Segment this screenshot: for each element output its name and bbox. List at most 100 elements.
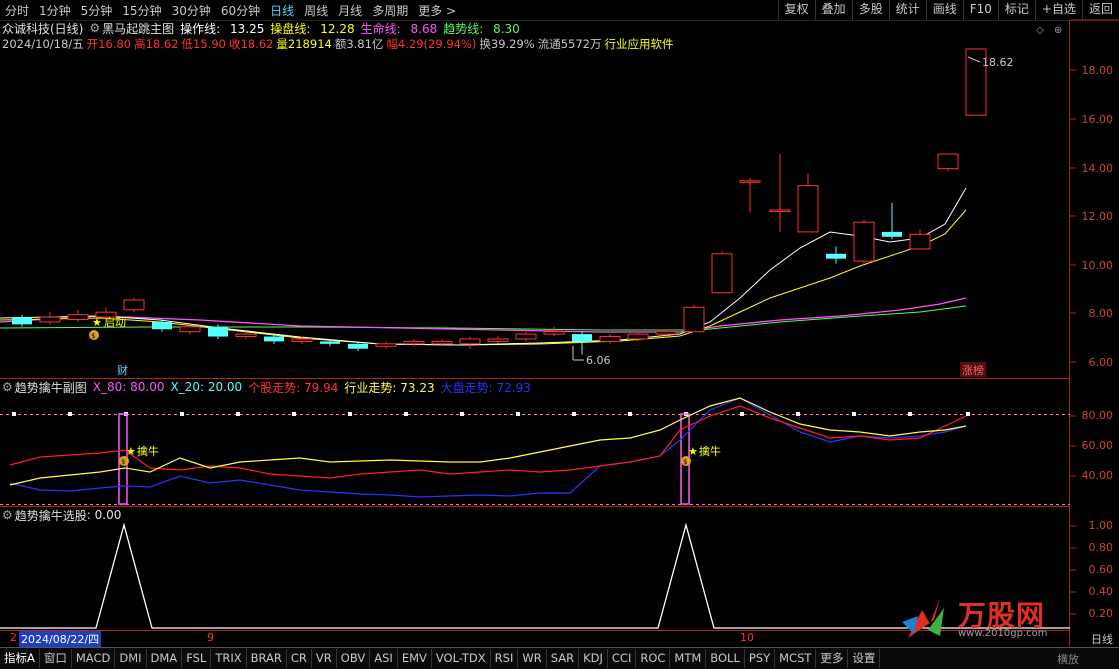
indicator-tab-11[interactable]: ASI — [370, 649, 398, 668]
candle-body — [683, 306, 705, 333]
x80-square — [292, 412, 296, 416]
indicator-tab-16[interactable]: SAR — [547, 649, 580, 668]
svg-text:⊕: ⊕ — [1054, 25, 1062, 36]
indicator-tab-2[interactable]: MACD — [72, 649, 116, 668]
indicator-tab-19[interactable]: ROC — [636, 649, 671, 668]
candle-body — [320, 341, 340, 344]
sub1-axis-80: 80.00 — [1081, 409, 1114, 422]
sub2-title[interactable]: 趋势擒牛选股 — [15, 507, 87, 524]
brand-watermark: 万股网 www.2010gp.com — [900, 590, 1085, 645]
signal-label-1: 擒牛 — [137, 444, 159, 458]
indicator-tab-13[interactable]: VOL-TDX — [432, 649, 491, 668]
indicator-tab-14[interactable]: RSI — [491, 649, 519, 668]
sub2-header: ⚙ 趋势擒牛选股 : 0.00 — [2, 507, 127, 523]
indicator-tab-21[interactable]: BOLL — [706, 649, 745, 668]
x20-label: X_20: 20.00 — [170, 380, 243, 394]
candle-body — [627, 333, 649, 340]
indicator-tab-24[interactable]: 更多 — [816, 649, 849, 668]
low-price-label: 6.06 — [586, 354, 611, 367]
svg-text:★: ★ — [126, 445, 136, 458]
candle-body — [459, 338, 481, 345]
x80-square — [12, 412, 16, 416]
x80-square — [404, 412, 408, 416]
svg-text:★: ★ — [92, 316, 102, 329]
svg-text:◇: ◇ — [1036, 25, 1044, 36]
indicator-tab-15[interactable]: WR — [518, 649, 547, 668]
x80-square — [348, 412, 352, 416]
sub1-header: ⚙ 趋势擒牛副图 X_80: 80.00 X_20: 20.00 个股走势: 7… — [2, 379, 537, 395]
x80-square — [852, 412, 856, 416]
candle-body — [39, 316, 61, 323]
date-left-edge: 2 — [10, 631, 17, 644]
x80-label: X_80: 80.00 — [92, 380, 165, 394]
svg-text:$: $ — [683, 458, 687, 466]
indicator-tab-8[interactable]: CR — [287, 649, 312, 668]
indicator-tab-10[interactable]: OBV — [337, 649, 371, 668]
sub1-axis-40: 40.00 — [1081, 469, 1114, 482]
main-candlestick-chart[interactable]: 18.62 6.06 $ ★ 启动 财 涨榜 ◇ ⊕ $ ★ 擒牛 $ ★ 擒牛 — [0, 0, 1119, 668]
x80-square — [628, 412, 632, 416]
indicator-tabs: 指标A 窗口 MACD DMI DMA FSL TRIX BRAR CR VR OBV ASI EMV V… — [0, 647, 1119, 669]
indicator-tab-9[interactable]: VR — [312, 649, 337, 668]
candle-body — [572, 334, 592, 342]
svg-text:★: ★ — [688, 445, 698, 458]
indicator-tab-25[interactable]: 设置 — [848, 649, 881, 668]
axis-600: 6.00 — [1088, 356, 1114, 369]
indicator-tab-5[interactable]: FSL — [182, 649, 212, 668]
x80-square — [908, 412, 912, 416]
x80-square — [966, 412, 970, 416]
candle-body — [348, 343, 368, 349]
candle-body — [179, 326, 201, 333]
bottom-right-sub[interactable]: 横放 — [1057, 651, 1079, 667]
indicator-tab-20[interactable]: MTM — [670, 649, 707, 668]
stock-trend-line — [9, 405, 967, 479]
axis-800: 8.00 — [1088, 307, 1114, 320]
sub2-value: : 0.00 — [86, 508, 122, 522]
indicator-tab-22[interactable]: PSY — [745, 649, 776, 668]
high-price-label: 18.62 — [982, 56, 1014, 69]
zhangbang-label: 涨榜 — [962, 363, 984, 377]
candle-body — [208, 326, 228, 337]
indicator-tab-6[interactable]: TRIX — [211, 649, 247, 668]
sub1-gear-icon[interactable]: ⚙ — [2, 380, 13, 394]
candle-body — [655, 331, 677, 335]
indicator-tab-17[interactable]: KDJ — [579, 649, 608, 668]
indicator-tab-23[interactable]: MCST — [775, 649, 817, 668]
hangye-label: 行业走势: 73.23 — [344, 380, 435, 395]
sub2-axis-020: 0.20 — [1088, 607, 1114, 620]
candle-body — [937, 153, 959, 170]
axis-1200: 12.00 — [1081, 210, 1114, 223]
sub1-title[interactable]: 趋势擒牛副图 — [15, 379, 87, 396]
sub2-axis-060: 0.60 — [1088, 563, 1114, 576]
candle-body — [152, 321, 172, 330]
svg-text:$: $ — [91, 332, 95, 340]
sub2-axis-040: 0.40 — [1088, 585, 1114, 598]
sub1-axis: 80.00 60.00 40.00 — [1069, 379, 1119, 506]
indicator-tab-7[interactable]: BRAR — [247, 649, 287, 668]
indicator-tab-3[interactable]: DMI — [115, 649, 147, 668]
candle-body — [711, 253, 733, 294]
indicator-tab-18[interactable]: CCI — [608, 649, 637, 668]
candle-body — [599, 336, 621, 342]
low-marker: 6.06 — [572, 346, 611, 367]
candle-body — [403, 340, 425, 345]
indicator-tab-0[interactable]: 指标A — [0, 649, 40, 668]
indicator-tab-4[interactable]: DMA — [147, 649, 183, 668]
candle-body — [853, 221, 875, 262]
indicator-tab-12[interactable]: EMV — [398, 649, 432, 668]
brand-site: www.2010gp.com — [958, 628, 1048, 639]
sub2-axis-080: 0.80 — [1088, 541, 1114, 554]
x80-square — [572, 412, 576, 416]
signal-labels: $ ★ 擒牛 $ ★ 擒牛 — [119, 444, 721, 466]
sub2-gear-icon[interactable]: ⚙ — [2, 508, 13, 522]
candle-body — [826, 253, 846, 259]
panel-corner-icons[interactable]: ◇ ⊕ — [1036, 25, 1062, 36]
indicator-tab-1[interactable]: 窗口 — [40, 649, 72, 668]
bottom-right-label[interactable]: 日线 — [1091, 631, 1113, 647]
candle-body — [797, 185, 819, 233]
axis-1600: 16.00 — [1081, 113, 1114, 126]
axis-1000: 10.00 — [1081, 259, 1114, 272]
candle-body — [515, 333, 537, 340]
cai-label: 财 — [117, 363, 128, 377]
axis-1400: 14.00 — [1081, 162, 1114, 175]
